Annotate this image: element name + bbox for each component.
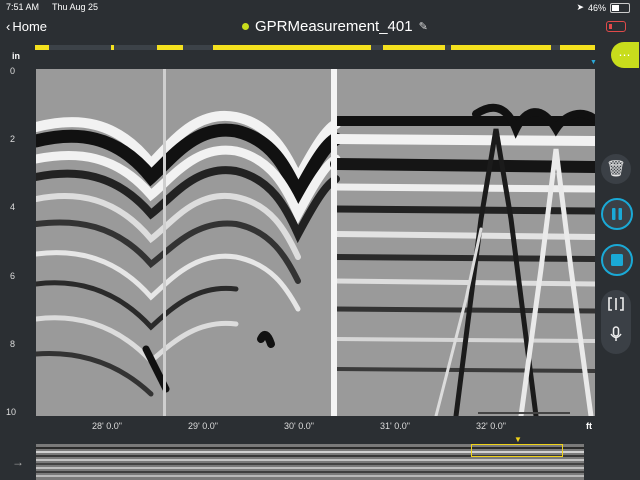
view-tool-pill: [601, 290, 631, 354]
back-label: Home: [12, 19, 48, 34]
more-options-button[interactable]: ⋯: [611, 42, 639, 68]
marker-segment: [157, 45, 183, 50]
distance-tick: 32' 0.0": [476, 421, 506, 431]
scan-scrollbar[interactable]: [478, 412, 570, 414]
nav-bar: ‹ Home GPRMeasurement_401 ✎: [0, 14, 640, 40]
depth-unit-label: in: [12, 51, 20, 61]
marker-segment: [560, 45, 595, 50]
back-button[interactable]: ‹ Home: [6, 19, 47, 34]
page-title: GPRMeasurement_401: [255, 18, 413, 35]
microphone-icon[interactable]: [610, 326, 622, 347]
title-group: GPRMeasurement_401 ✎: [242, 18, 428, 35]
marker-track[interactable]: [35, 45, 595, 50]
chevron-left-icon: ‹: [6, 19, 11, 34]
distance-tick: 31' 0.0": [380, 421, 410, 431]
depth-tick: 2: [10, 134, 16, 144]
depth-tick: 8: [10, 339, 16, 349]
stop-icon: [611, 254, 623, 266]
battery-percent: 46%: [587, 2, 606, 13]
depth-tick: 0: [10, 66, 16, 76]
status-bar: 7:51 AM Thu Aug 25 ➤ 46%: [0, 0, 640, 14]
pencil-icon[interactable]: ✎: [419, 20, 428, 33]
distance-tick: 30' 0.0": [284, 421, 314, 431]
gpr-scan-view[interactable]: [36, 69, 595, 416]
gpr-radargram: [36, 69, 595, 416]
distance-tick: 28' 0.0": [92, 421, 122, 431]
pause-button[interactable]: [601, 198, 633, 230]
depth-tick: 6: [10, 271, 16, 281]
marker-segment: [451, 45, 551, 50]
distance-tick: 29' 0.0": [188, 421, 218, 431]
overview-viewport-box[interactable]: [471, 444, 563, 457]
status-indicators: ➤ 46%: [576, 2, 630, 13]
split-view-icon[interactable]: [608, 297, 624, 316]
battery-icon: [610, 2, 630, 13]
distance-unit-label: ft: [586, 421, 592, 431]
overview-pointer-icon: ▼: [514, 435, 522, 444]
status-time: 7:51 AM: [6, 2, 40, 12]
device-battery-alert-icon: [606, 21, 626, 32]
marker-segment: [213, 45, 371, 50]
marker-segment: [383, 45, 445, 50]
marker-segment: [35, 45, 49, 50]
position-cursor-icon: ▼: [590, 59, 597, 66]
tool-rail: 🗑: [601, 154, 633, 354]
pause-icon: [612, 208, 622, 220]
location-icon: ➤: [576, 2, 584, 12]
marker-segment: [111, 45, 114, 50]
status-date: Thu Aug 25: [52, 2, 99, 12]
stop-button[interactable]: [601, 244, 633, 276]
depth-tick: 10: [6, 407, 17, 417]
arrow-right-icon: →: [12, 455, 24, 469]
depth-tick: 4: [10, 202, 16, 212]
delete-button[interactable]: 🗑: [601, 154, 631, 184]
recording-status-dot: [242, 23, 249, 30]
trash-icon: 🗑: [605, 161, 627, 178]
